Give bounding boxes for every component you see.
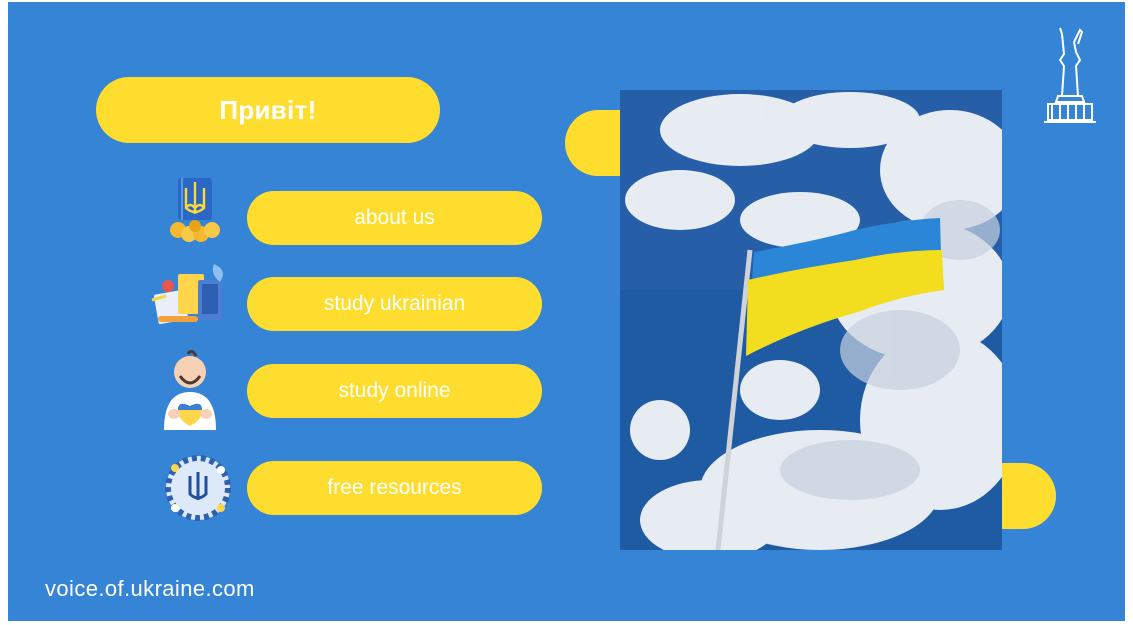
nav-button-label: study online (338, 379, 451, 402)
decorative-pill-right (1002, 463, 1056, 529)
page-frame: Привіт! about us study ukrainian study o… (0, 0, 1133, 625)
trident-coat-of-arms-icon (156, 174, 234, 246)
books-study-icon (148, 260, 238, 332)
ukrainian-flag-photo (620, 90, 1002, 550)
nav-button-study-online[interactable]: study online (247, 364, 542, 418)
nav-button-label: about us (354, 206, 435, 229)
footer-website: voice.of.ukraine.com (45, 576, 255, 601)
nav-button-study-ukrainian[interactable]: study ukrainian (247, 277, 542, 331)
nav-button-label: study ukrainian (323, 292, 466, 315)
nav-button-free-resources[interactable]: free resources (247, 461, 542, 515)
decorative-pill-left (565, 110, 625, 176)
floral-wreath-trident-icon (161, 452, 235, 524)
cossack-heart-icon (158, 346, 222, 430)
motherland-monument-icon (1040, 26, 1100, 126)
greeting-banner: Привіт! (96, 77, 440, 143)
slide: Привіт! about us study ukrainian study o… (8, 2, 1125, 621)
nav-button-about-us[interactable]: about us (247, 191, 542, 245)
nav-button-label: free resources (327, 476, 462, 499)
